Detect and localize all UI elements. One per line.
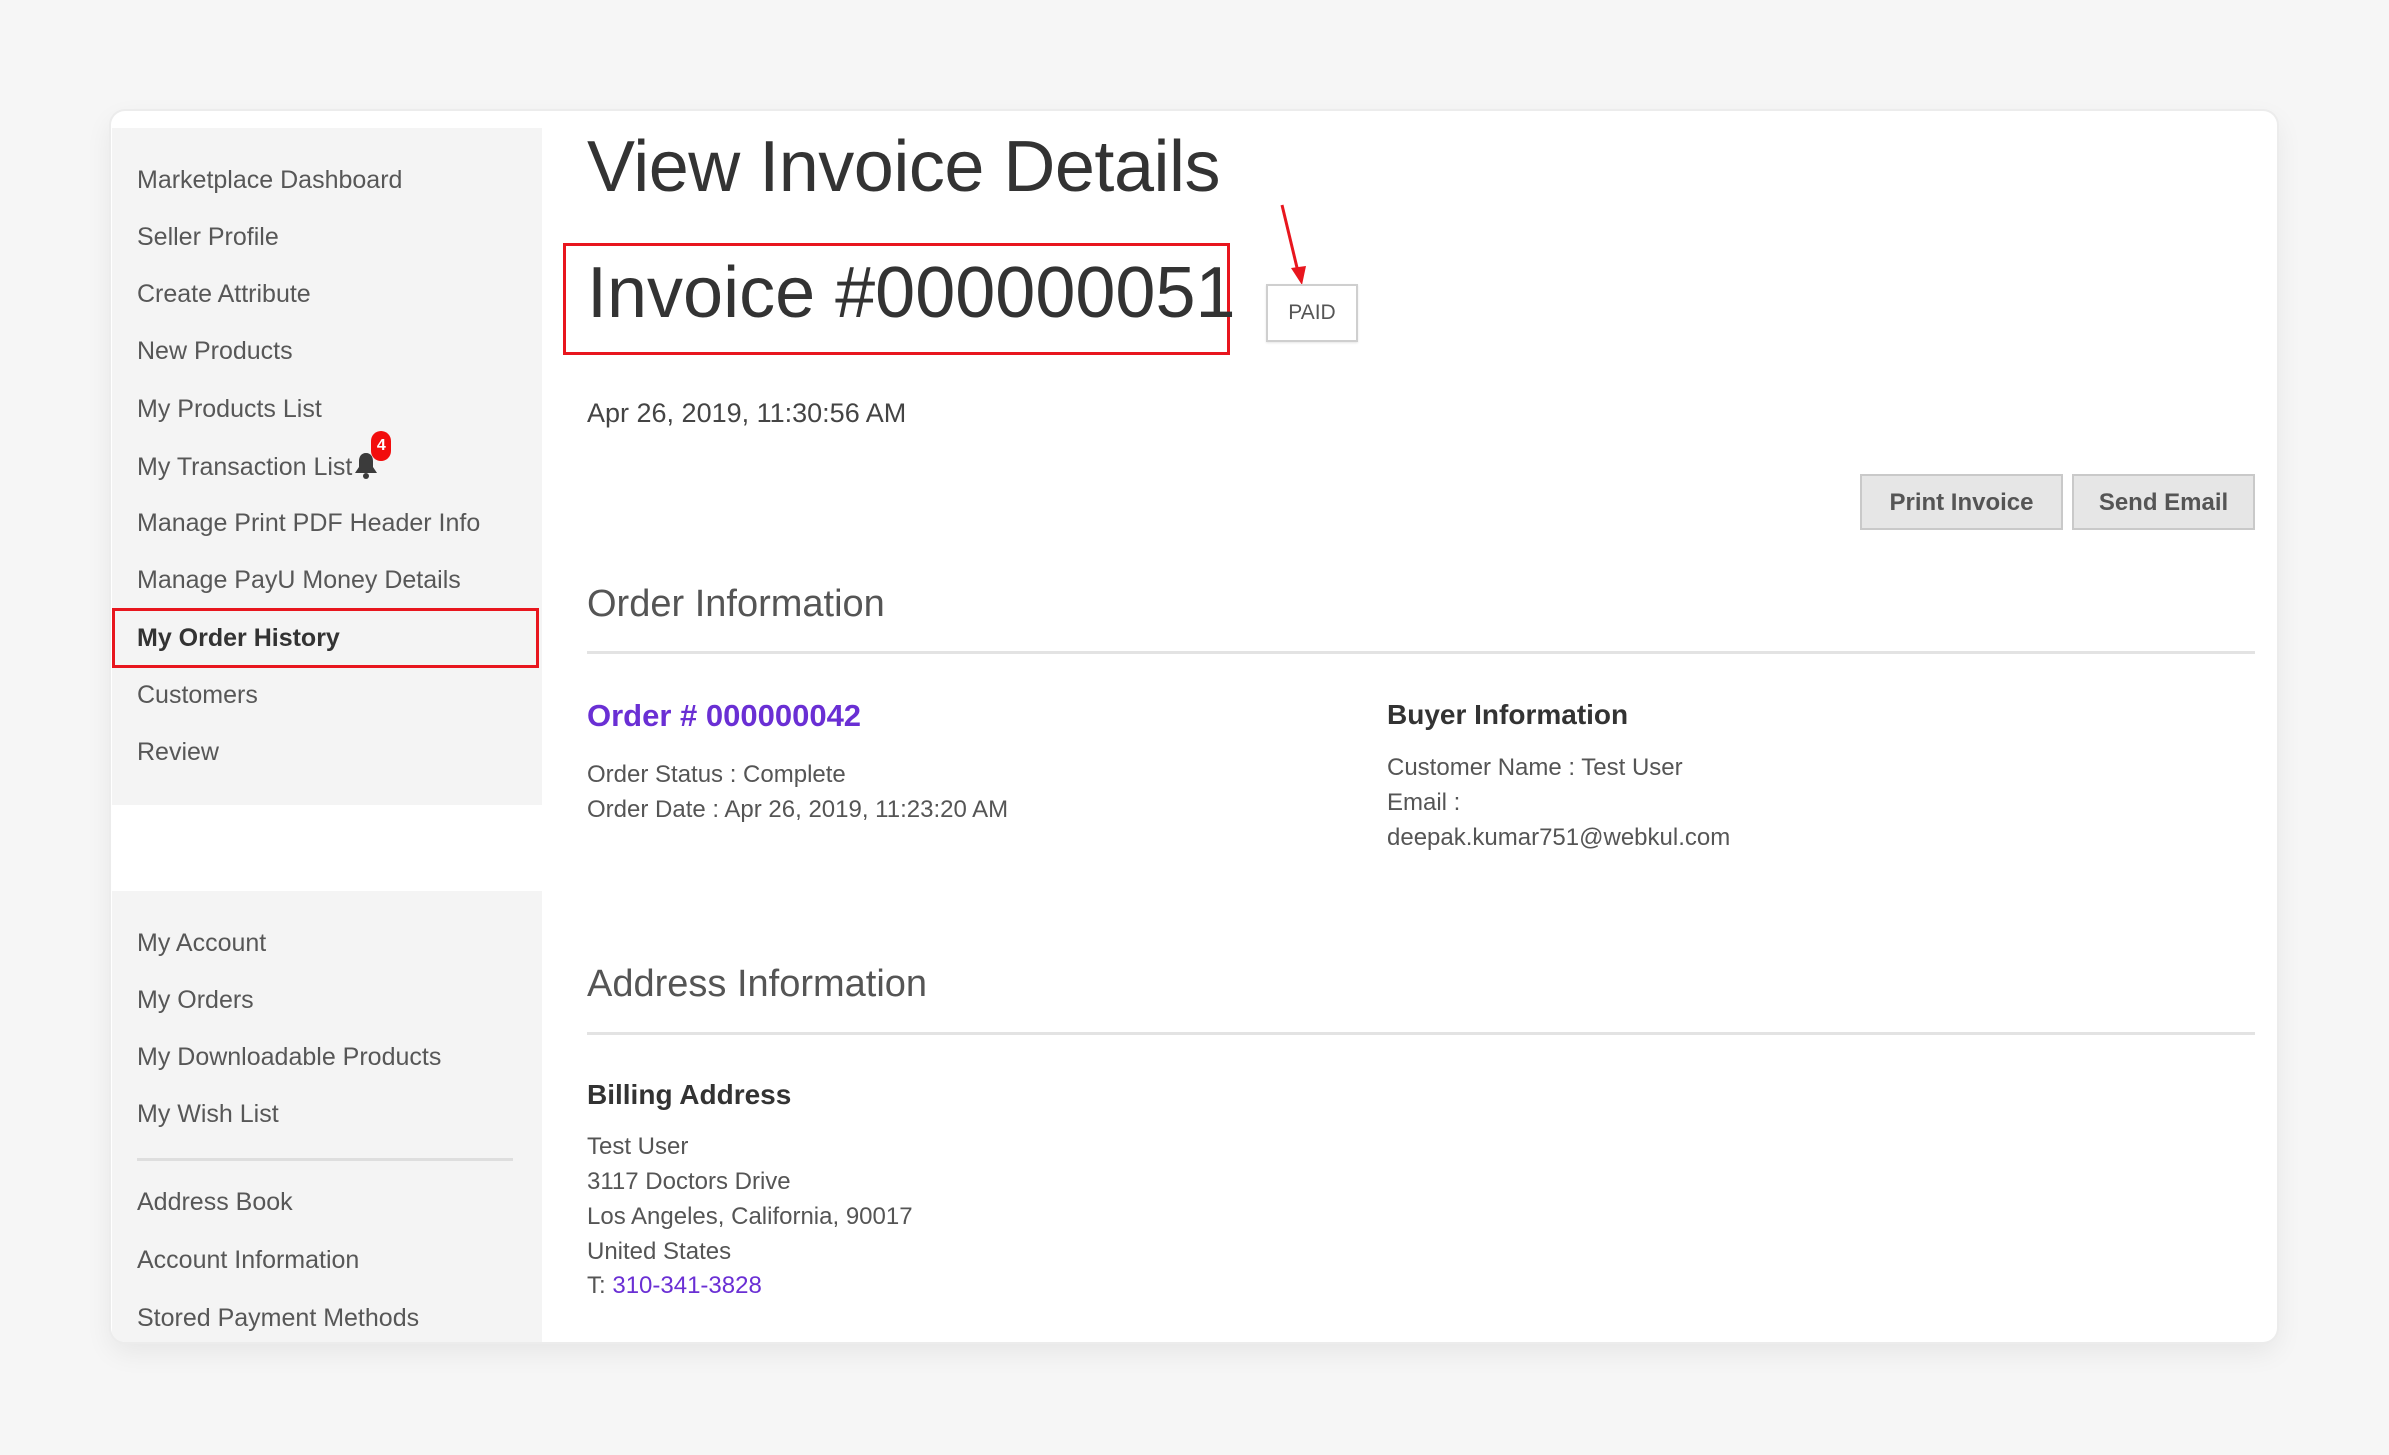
phone-link[interactable]: 310-341-3828 — [612, 1272, 761, 1299]
sidebar-item-my-products-list[interactable]: My Products List — [137, 394, 322, 424]
sidebar-item-my-wish-list[interactable]: My Wish List — [137, 1099, 279, 1129]
status-badge: PAID — [1266, 284, 1358, 342]
sidebar-item-marketplace-dashboard[interactable]: Marketplace Dashboard — [137, 165, 402, 195]
sidebar-item-my-transaction-list[interactable]: My Transaction List 4 — [137, 431, 392, 482]
customer-name: Customer Name : Test User — [1387, 754, 1683, 781]
sidebar-item-manage-print-pdf-header-info[interactable]: Manage Print PDF Header Info — [137, 508, 480, 538]
order-link[interactable]: Order # 000000042 — [587, 698, 861, 734]
order-information-heading: Order Information — [587, 583, 885, 625]
account-sidebar: My Account My Orders My Downloadable Pro… — [112, 891, 542, 1342]
page-title: View Invoice Details — [587, 127, 1220, 207]
invoice-page-card: Marketplace Dashboard Seller Profile Cre… — [111, 111, 2277, 1342]
annotation-arrow-icon — [1280, 204, 1306, 285]
phone-prefix: T: — [587, 1272, 606, 1299]
seller-sidebar: Marketplace Dashboard Seller Profile Cre… — [112, 128, 542, 805]
print-invoice-button[interactable]: Print Invoice — [1860, 474, 2063, 530]
sidebar-item-my-orders[interactable]: My Orders — [137, 985, 254, 1015]
sidebar-item-seller-profile[interactable]: Seller Profile — [137, 222, 279, 252]
sidebar-item-manage-payu-money-details[interactable]: Manage PayU Money Details — [137, 565, 461, 595]
order-status: Order Status : Complete — [587, 761, 846, 788]
sidebar-item-customers[interactable]: Customers — [137, 680, 258, 710]
sidebar-item-new-products[interactable]: New Products — [137, 336, 293, 366]
billing-name: Test User — [587, 1133, 689, 1160]
billing-address-heading: Billing Address — [587, 1079, 792, 1110]
sidebar-item-address-book[interactable]: Address Book — [137, 1187, 293, 1217]
buyer-information-heading: Buyer Information — [1387, 699, 1629, 730]
email-label: Email : — [1387, 789, 1461, 816]
section-divider — [587, 651, 2255, 654]
address-information-heading: Address Information — [587, 963, 928, 1005]
order-date: Order Date : Apr 26, 2019, 11:23:20 AM — [587, 796, 1009, 823]
sidebar-item-my-downloadable-products[interactable]: My Downloadable Products — [137, 1042, 441, 1072]
section-divider — [587, 1032, 2255, 1035]
sidebar-item-create-attribute[interactable]: Create Attribute — [137, 279, 311, 309]
sidebar-item-stored-payment-methods[interactable]: Stored Payment Methods — [137, 1303, 419, 1333]
invoice-date: Apr 26, 2019, 11:30:56 AM — [587, 398, 907, 428]
billing-phone: T: 310-341-3828 — [587, 1272, 762, 1300]
billing-city-line: Los Angeles, California, 90017 — [587, 1203, 913, 1230]
sidebar-item-review[interactable]: Review — [137, 737, 219, 767]
invoice-title: Invoice #000000051 — [587, 253, 1236, 333]
sidebar-item-my-order-history[interactable]: My Order History — [137, 623, 340, 653]
sidebar-divider — [137, 1158, 513, 1161]
notification-badge: 4 — [371, 431, 392, 461]
sidebar-item-my-account[interactable]: My Account — [137, 928, 266, 958]
billing-country: United States — [587, 1238, 732, 1265]
bell-icon: 4 — [353, 431, 392, 479]
send-email-button[interactable]: Send Email — [2072, 474, 2255, 530]
sidebar-item-label: My Transaction List — [137, 453, 353, 481]
billing-street: 3117 Doctors Drive — [587, 1168, 791, 1195]
buyer-email: deepak.kumar751@webkul.com — [1387, 824, 1731, 851]
sidebar-item-account-information[interactable]: Account Information — [137, 1245, 359, 1275]
